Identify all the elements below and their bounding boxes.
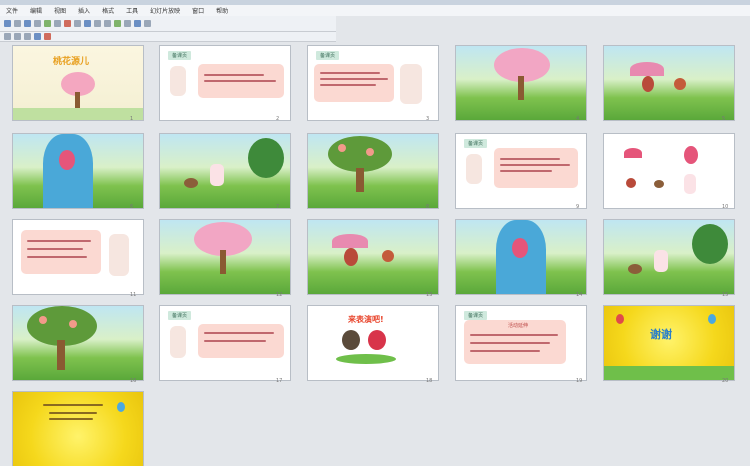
slide-thumbnail[interactable]: 备课页: [160, 46, 290, 120]
slide-number: 9: [576, 204, 580, 210]
preview-icon[interactable]: [44, 20, 51, 27]
help-icon[interactable]: [144, 20, 151, 27]
slide-number: 6: [130, 204, 134, 210]
slide-tag: 备课页: [316, 51, 340, 60]
slide-number: 20: [722, 378, 729, 384]
copy-icon[interactable]: [74, 20, 81, 27]
slide-thumbnail[interactable]: 备课页: [308, 46, 438, 120]
slide-thumbnail[interactable]: [308, 220, 438, 294]
slide-thumbnail[interactable]: [604, 134, 734, 208]
slide-tag: 备课页: [464, 139, 488, 148]
italic-icon[interactable]: [14, 33, 21, 40]
menu-insert[interactable]: 插入: [72, 6, 96, 15]
chart-icon[interactable]: [114, 20, 121, 27]
slide-thumbnail[interactable]: 备课页: [456, 134, 586, 208]
slide-thumbnail[interactable]: [604, 220, 734, 294]
open-icon[interactable]: [14, 20, 21, 27]
new-icon[interactable]: [4, 20, 11, 27]
menu-window[interactable]: 窗口: [186, 6, 210, 15]
save-icon[interactable]: [24, 20, 31, 27]
menu-bar: 文件 编辑 视图 插入 格式 工具 幻灯片放映 窗口 帮助: [0, 5, 750, 16]
menu-help[interactable]: 帮助: [210, 6, 234, 15]
slide-number: 15: [722, 292, 729, 298]
slide-thumbnail[interactable]: [13, 392, 143, 466]
menu-slideshow[interactable]: 幻灯片放映: [144, 6, 186, 15]
spell-icon[interactable]: [54, 20, 61, 27]
paste-icon[interactable]: [84, 20, 91, 27]
slide-thumbnail[interactable]: 备课页: [160, 306, 290, 380]
slide-number: 11: [130, 292, 137, 298]
slide-thumbnail[interactable]: [13, 306, 143, 380]
slide-thumbnail[interactable]: [13, 220, 143, 294]
slide-number: 10: [722, 204, 729, 210]
slide-number: 2: [276, 116, 280, 122]
bold-icon[interactable]: [4, 33, 11, 40]
slide-number: 12: [276, 292, 283, 298]
slide-number: 7: [276, 204, 280, 210]
slide-thumbnail[interactable]: 桃花源儿: [13, 46, 143, 120]
zoom-icon[interactable]: [134, 20, 141, 27]
align-icon[interactable]: [34, 33, 41, 40]
slide-thumbnail[interactable]: [456, 46, 586, 120]
slide-thumbnail[interactable]: 备课页 活动延伸: [456, 306, 586, 380]
slide-thumbnail[interactable]: [160, 134, 290, 208]
menu-edit[interactable]: 编辑: [24, 6, 48, 15]
underline-icon[interactable]: [24, 33, 31, 40]
slide-tag: 备课页: [168, 51, 192, 60]
cut-icon[interactable]: [64, 20, 71, 27]
slide-sorter: 桃花源儿 1 备课页 2 备课页 3 4 5 6 7 8 备课页 9 10 11…: [0, 42, 750, 466]
formatting-toolbar: [0, 32, 336, 42]
slide-number: 19: [576, 378, 583, 384]
slide-number: 1: [130, 116, 134, 122]
slide-title: 来表演吧!: [348, 315, 384, 324]
slide-thumbnail[interactable]: [13, 134, 143, 208]
slide-thumbnail[interactable]: 来表演吧!: [308, 306, 438, 380]
slide-thumbnail[interactable]: [456, 220, 586, 294]
redo-icon[interactable]: [104, 20, 111, 27]
menu-format[interactable]: 格式: [96, 6, 120, 15]
standard-toolbar: [0, 16, 336, 32]
slide-thumbnail[interactable]: [604, 46, 734, 120]
slide-tag: 备课页: [168, 311, 192, 320]
slide-thumbnail[interactable]: [308, 134, 438, 208]
slide-number: 14: [576, 292, 583, 298]
print-icon[interactable]: [34, 20, 41, 27]
slide-thumbnail[interactable]: 谢谢: [604, 306, 734, 380]
menu-tools[interactable]: 工具: [120, 6, 144, 15]
undo-icon[interactable]: [94, 20, 101, 27]
menu-file[interactable]: 文件: [0, 6, 24, 15]
slide-tag: 备课页: [464, 311, 488, 320]
slide-number: 16: [130, 378, 137, 384]
slide-number: 3: [426, 116, 430, 122]
slide-number: 13: [426, 292, 433, 298]
slide-number: 18: [426, 378, 433, 384]
slide-number: 8: [426, 204, 430, 210]
slide-subtitle: 活动延伸: [508, 323, 529, 329]
slide-number: 4: [576, 116, 580, 122]
table-icon[interactable]: [124, 20, 131, 27]
slide-number: 17: [276, 378, 283, 384]
menu-view[interactable]: 视图: [48, 6, 72, 15]
slide-title: 桃花源儿: [53, 57, 90, 67]
slide-thumbnail[interactable]: [160, 220, 290, 294]
slide-number: 5: [722, 116, 726, 122]
slide-title: 谢谢: [650, 328, 672, 341]
font-color-icon[interactable]: [44, 33, 51, 40]
